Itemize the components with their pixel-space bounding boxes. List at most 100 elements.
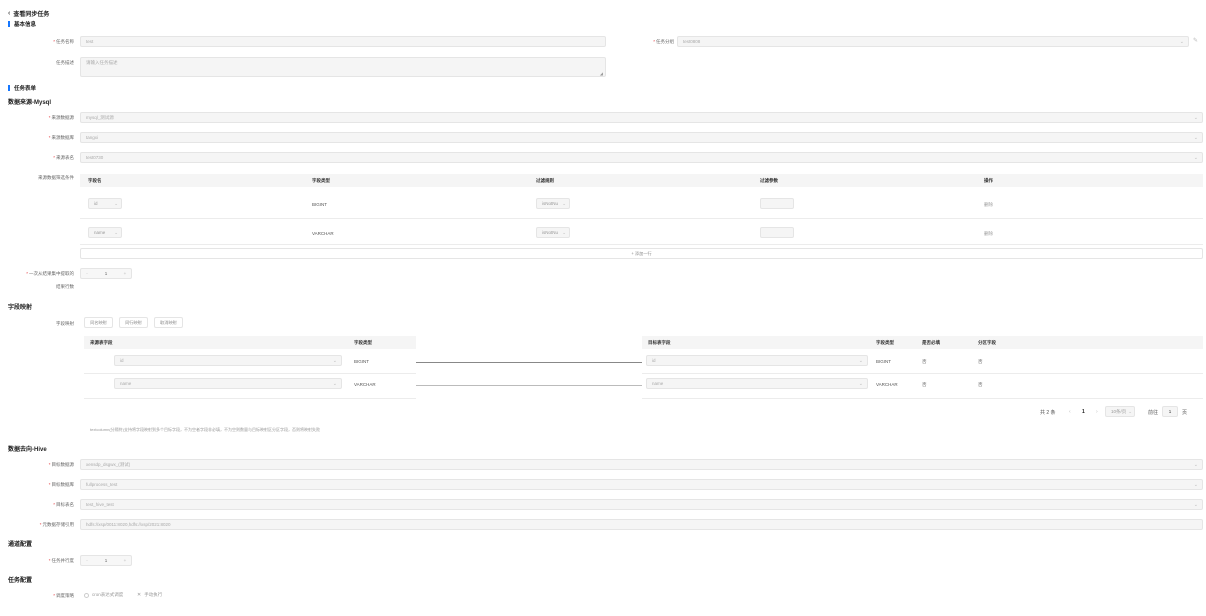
filter-row-rule-select[interactable]: isNotNu ⌄ [536, 227, 570, 238]
mapping-source-select[interactable]: name ⌄ [114, 378, 342, 389]
row-divider [84, 373, 416, 374]
page-number[interactable]: 1 [1082, 409, 1085, 415]
chevron-down-icon: ⌄ [1193, 115, 1198, 121]
mapping-col-target-field: 目标表字段 [648, 340, 671, 345]
same-name-map-button[interactable]: 同名映射 [84, 317, 113, 328]
chevron-down-icon: ⌄ [114, 200, 118, 206]
filter-row-rule-select[interactable]: isNotNu ⌄ [536, 198, 570, 209]
close-icon[interactable]: ✕ [137, 592, 141, 598]
chevron-down-icon: ⌄ [1128, 408, 1132, 414]
radio-cron[interactable]: cron表达式调度 [84, 592, 123, 598]
prev-page-icon[interactable]: ‹ [1069, 409, 1071, 415]
filter-col-param: 过滤参数 [760, 178, 778, 183]
mapping-note: textcolumn(分隔符)支持将字段映射到多个目标字段，不为空者字段非必填，… [90, 427, 321, 432]
mapping-label: 字段映射 [56, 321, 74, 326]
filter-row-field-select[interactable]: id ⌄ [88, 198, 122, 209]
source-database-select[interactable]: tangxi ⌄ [80, 132, 1203, 143]
mapping-title: 字段映射 [8, 305, 33, 311]
mapping-source-select[interactable]: id ⌄ [114, 355, 342, 366]
page-unit: 页 [1182, 410, 1188, 416]
target-database-label: *目标数据库 [48, 482, 74, 487]
mapping-target-type: BIGINT [876, 359, 892, 364]
task-group-select[interactable]: test0808 ⌄ [677, 36, 1189, 47]
chevron-down-icon: ⌄ [858, 381, 863, 387]
filter-row-type: BIGINT [312, 202, 328, 207]
mapping-connector-line[interactable] [416, 385, 642, 386]
mapping-target-select[interactable]: id ⌄ [646, 355, 868, 366]
pagination-total: 共 2 条 [1040, 410, 1056, 416]
stepper-value[interactable]: 1 [93, 558, 119, 563]
filter-row-delete-link[interactable]: 删除 [984, 231, 993, 237]
filter-row-type: VARCHAR [312, 231, 334, 236]
row-divider [80, 218, 1203, 219]
resize-handle-icon[interactable]: ◢ [600, 71, 603, 76]
chevron-down-icon: ⌄ [1193, 502, 1198, 508]
concurrency-stepper[interactable]: - 1 + [80, 555, 132, 566]
mapping-required: 否 [922, 382, 927, 387]
source-datasource-select[interactable]: mysql_测试源 ⌄ [80, 112, 1203, 123]
target-database-select[interactable]: fullprocess_test ⌄ [80, 479, 1203, 490]
chevron-down-icon: ⌄ [1193, 135, 1198, 141]
page-size-select[interactable]: 10条/页 ⌄ [1105, 406, 1135, 417]
edit-icon[interactable]: ✎ [1193, 37, 1198, 44]
target-datasource-select[interactable]: xensdp_dsgwx_(测试) ⌄ [80, 459, 1203, 470]
mapping-col-source-field: 来源表字段 [90, 340, 113, 345]
cancel-map-button[interactable]: 取消映射 [154, 317, 183, 328]
row-divider [84, 398, 416, 399]
task-desc-textarea[interactable]: 请输入任务描述 ◢ [80, 57, 606, 77]
target-table-select[interactable]: test_hive_test ⌄ [80, 499, 1203, 510]
row-divider [642, 373, 1203, 374]
mapping-col-partition: 分区字段 [978, 340, 996, 345]
mapping-col-source-type: 字段类型 [354, 340, 372, 345]
mapping-partition: 否 [978, 382, 983, 387]
same-row-map-button[interactable]: 同行映射 [119, 317, 148, 328]
section-title: 任务表单 [14, 86, 37, 92]
mapping-target-type: VARCHAR [876, 382, 898, 387]
fetch-rows-label: *一次从结果集中提取的 [26, 271, 74, 276]
source-database-label: *来源数据库 [48, 135, 74, 140]
task-desc-label: 任务描述 [56, 60, 74, 65]
mapping-connector-line[interactable] [416, 362, 642, 363]
mapping-col-required: 是否必填 [922, 340, 940, 345]
task-name-label: *任务名称 [53, 39, 74, 44]
target-table-label: *目标表名 [53, 502, 74, 507]
filter-row-param-input[interactable] [760, 198, 794, 209]
add-row-button[interactable]: + 添加一行 [80, 248, 1203, 259]
increment-button[interactable]: + [119, 271, 131, 276]
page-title: 查看同步任务 [13, 12, 50, 18]
mapping-target-select[interactable]: name ⌄ [646, 378, 868, 389]
source-table-select[interactable]: test0730 ⌄ [80, 152, 1203, 163]
increment-button[interactable]: + [119, 558, 131, 563]
radio-circle-icon[interactable] [84, 592, 89, 598]
task-name-input[interactable]: test [80, 36, 606, 47]
hdfs-label: *元数据存储引用 [39, 522, 74, 527]
stepper-value[interactable]: 1 [93, 271, 119, 276]
row-divider [80, 244, 1203, 245]
chevron-down-icon: ⌄ [332, 358, 337, 364]
filter-table-header [80, 174, 1203, 187]
section-task-form: 任务表单 [8, 84, 36, 92]
filter-label: 来源数据筛选条件 [38, 175, 74, 180]
chevron-down-icon: ⌄ [1179, 39, 1184, 45]
concurrency-label: *任务并行度 [48, 558, 74, 563]
filter-col-type: 字段类型 [312, 178, 330, 183]
filter-row-delete-link[interactable]: 删除 [984, 202, 993, 208]
radio-manual[interactable]: ✕ 手动执行 [137, 592, 162, 598]
fetch-rows-stepper[interactable]: - 1 + [80, 268, 132, 279]
chevron-left-icon[interactable]: ‹ [8, 10, 10, 17]
next-page-icon[interactable]: › [1096, 409, 1098, 415]
filter-col-action: 操作 [984, 178, 993, 183]
section-accent-bar [8, 21, 10, 27]
goto-page-input[interactable]: 1 [1162, 406, 1178, 417]
chevron-down-icon: ⌄ [562, 200, 566, 206]
chevron-down-icon: ⌄ [1193, 462, 1198, 468]
chevron-down-icon: ⌄ [1193, 155, 1198, 161]
decrement-button[interactable]: - [81, 271, 93, 276]
section-basic-info: 基本信息 [8, 20, 36, 28]
decrement-button[interactable]: - [81, 558, 93, 563]
page-header: ‹ 查看同步任务 [8, 9, 49, 18]
filter-row-field-select[interactable]: name ⌄ [88, 227, 122, 238]
source-title: 数据来源-Mysql [8, 100, 52, 106]
filter-row-param-input[interactable] [760, 227, 794, 238]
hdfs-input[interactable]: hdfs://xsp/0011:8020,hdfs://xsp/2021:802… [80, 519, 1203, 530]
